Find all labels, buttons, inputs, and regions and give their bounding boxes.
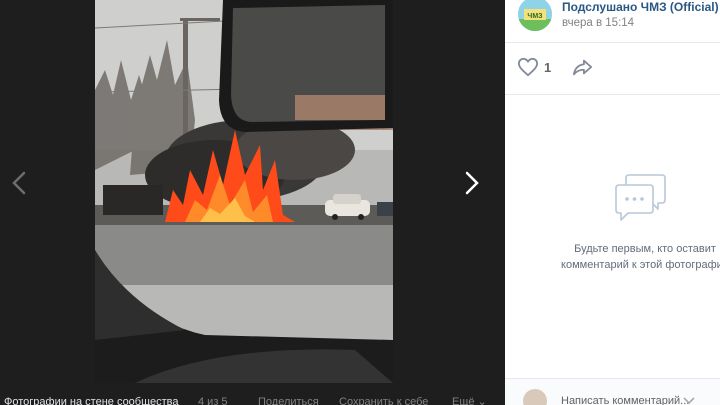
photo-bottom-bar: Фотографии на стене сообщества 4 из 5 По… (0, 391, 505, 405)
photo-image (95, 0, 393, 383)
side-panel: ЧМЗ Подслушано ЧМЗ (Official) вчера в 15… (505, 0, 720, 405)
empty-line-1: Будьте первым, кто оставит (574, 243, 716, 255)
empty-line-2: комментарий к этой фотографии (561, 259, 720, 271)
community-logo: ЧМЗ (518, 0, 552, 31)
avatar[interactable]: ЧМЗ (518, 0, 552, 31)
save-link[interactable]: Сохранить к себе (339, 396, 428, 405)
album-title[interactable]: Фотографии на стене сообщества (4, 396, 179, 405)
empty-comments-message: Будьте первым, кто оставит комментарий к… (545, 241, 720, 273)
comments-bubble-icon (612, 172, 668, 224)
chevron-right-icon (465, 171, 479, 195)
share-button[interactable] (572, 57, 594, 77)
comment-input[interactable] (561, 395, 691, 405)
author-block: ЧМЗ Подслушано ЧМЗ (Official) вчера в 15… (505, 0, 720, 42)
share-arrow-icon (573, 59, 593, 76)
attach-icon[interactable] (682, 394, 696, 405)
post-actions: 1 (505, 50, 720, 86)
prev-photo-button[interactable] (5, 168, 35, 198)
photo-viewer: Фотографии на стене сообщества 4 из 5 По… (0, 0, 505, 405)
chevron-left-icon (12, 171, 26, 195)
photo[interactable] (95, 0, 393, 383)
like-button[interactable]: 1 (517, 56, 551, 78)
divider (505, 42, 720, 43)
next-photo-button[interactable] (457, 168, 487, 198)
more-menu-link[interactable]: Ещё ⌄ (452, 396, 487, 405)
author-name[interactable]: Подслушано ЧМЗ (Official) (562, 0, 719, 14)
avatar-text: ЧМЗ (527, 13, 543, 20)
user-avatar (523, 389, 547, 405)
comment-composer (505, 379, 720, 405)
photo-counter: 4 из 5 (198, 396, 228, 405)
like-count: 1 (544, 59, 552, 75)
divider (505, 94, 720, 95)
post-date[interactable]: вчера в 15:14 (562, 16, 634, 30)
heart-icon (517, 57, 539, 77)
share-link[interactable]: Поделиться (258, 396, 319, 405)
